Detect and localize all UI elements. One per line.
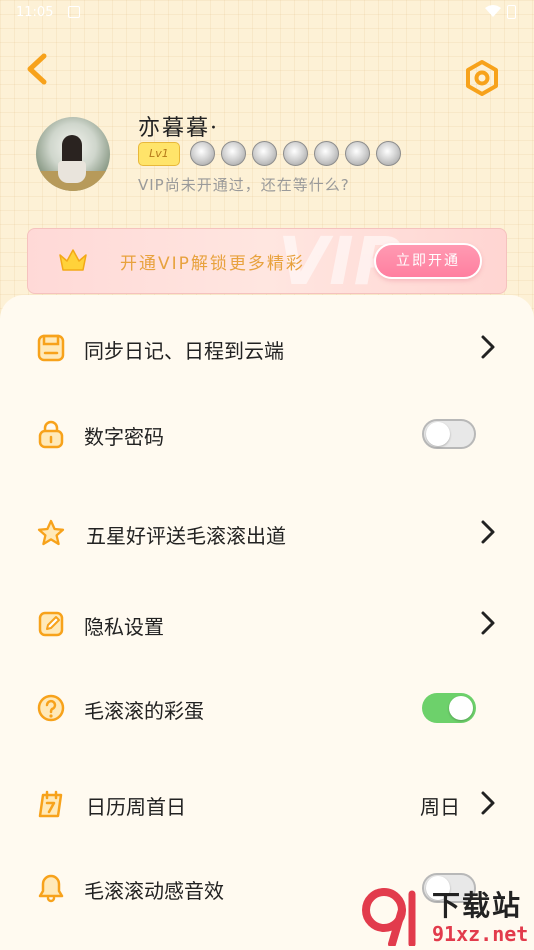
back-button[interactable] — [20, 50, 56, 88]
star-icon — [37, 519, 65, 546]
watermark-url: 91xz.net — [432, 922, 529, 946]
setting-rating[interactable]: 五星好评送毛滚滚出道 — [0, 502, 534, 562]
username: 亦暮暮· — [138, 116, 219, 141]
settings-button[interactable] — [462, 58, 502, 98]
setting-week-start[interactable]: 日历周首日 周日 — [0, 773, 534, 833]
watermark-title: 下载站 — [432, 889, 523, 922]
medal-list — [190, 141, 401, 167]
vip-banner[interactable]: VIP 开通VIP解锁更多精彩 立即开通 — [27, 228, 507, 294]
setting-sync-label: 同步日记、日程到云端 — [84, 339, 284, 363]
easter-egg-toggle[interactable] — [422, 693, 476, 723]
medal-icon[interactable] — [221, 141, 246, 166]
setting-week-start-label: 日历周首日 — [86, 795, 186, 819]
notification-icon — [68, 6, 80, 18]
setting-easter-egg[interactable]: 毛滚滚的彩蛋 — [0, 677, 534, 737]
crown-icon — [59, 249, 87, 271]
medal-icon[interactable] — [345, 141, 370, 166]
question-icon — [37, 694, 65, 722]
setting-sound-label: 毛滚滚动感音效 — [84, 879, 224, 903]
vip-status-text: VIP尚未开通过，还在等什么? — [138, 176, 350, 194]
save-icon — [37, 334, 65, 362]
wifi-icon — [485, 5, 501, 17]
week-start-value[interactable]: 周日 — [420, 791, 460, 820]
setting-rating-label: 五星好评送毛滚滚出道 — [86, 524, 286, 548]
chevron-right-icon[interactable] — [478, 789, 498, 817]
avatar[interactable] — [36, 117, 110, 191]
edit-icon — [38, 611, 64, 637]
setting-password[interactable]: 数字密码 — [0, 403, 534, 463]
lock-icon — [38, 420, 64, 449]
watermark-logo-icon — [362, 888, 416, 946]
setting-password-label: 数字密码 — [84, 425, 164, 449]
open-vip-button[interactable]: 立即开通 — [374, 243, 482, 279]
setting-sync[interactable]: 同步日记、日程到云端 — [0, 317, 534, 377]
chevron-right-icon[interactable] — [478, 333, 498, 361]
calendar-icon — [38, 790, 63, 818]
medal-icon[interactable] — [252, 141, 277, 166]
setting-privacy[interactable]: 隐私设置 — [0, 593, 534, 653]
settings-panel: 同步日记、日程到云端 数字密码 五星好评送毛滚滚出道 隐私设置 毛滚滚的彩蛋 日… — [0, 295, 534, 950]
chevron-right-icon[interactable] — [478, 518, 498, 546]
battery-icon — [507, 5, 516, 19]
status-time: 11:05 — [16, 5, 54, 20]
level-badge[interactable]: Lv1 — [138, 142, 180, 166]
setting-privacy-label: 隐私设置 — [84, 615, 164, 639]
vip-promo-text: 开通VIP解锁更多精彩 — [120, 254, 305, 274]
medal-icon[interactable] — [190, 141, 215, 166]
site-watermark: 下载站 91xz.net — [362, 884, 532, 948]
bell-icon — [38, 874, 64, 903]
setting-easter-egg-label: 毛滚滚的彩蛋 — [84, 699, 204, 723]
medal-icon[interactable] — [314, 141, 339, 166]
status-bar: 11:05 — [0, 0, 534, 26]
medal-icon[interactable] — [283, 141, 308, 166]
chevron-right-icon[interactable] — [478, 609, 498, 637]
password-toggle[interactable] — [422, 419, 476, 449]
medal-icon[interactable] — [376, 141, 401, 166]
